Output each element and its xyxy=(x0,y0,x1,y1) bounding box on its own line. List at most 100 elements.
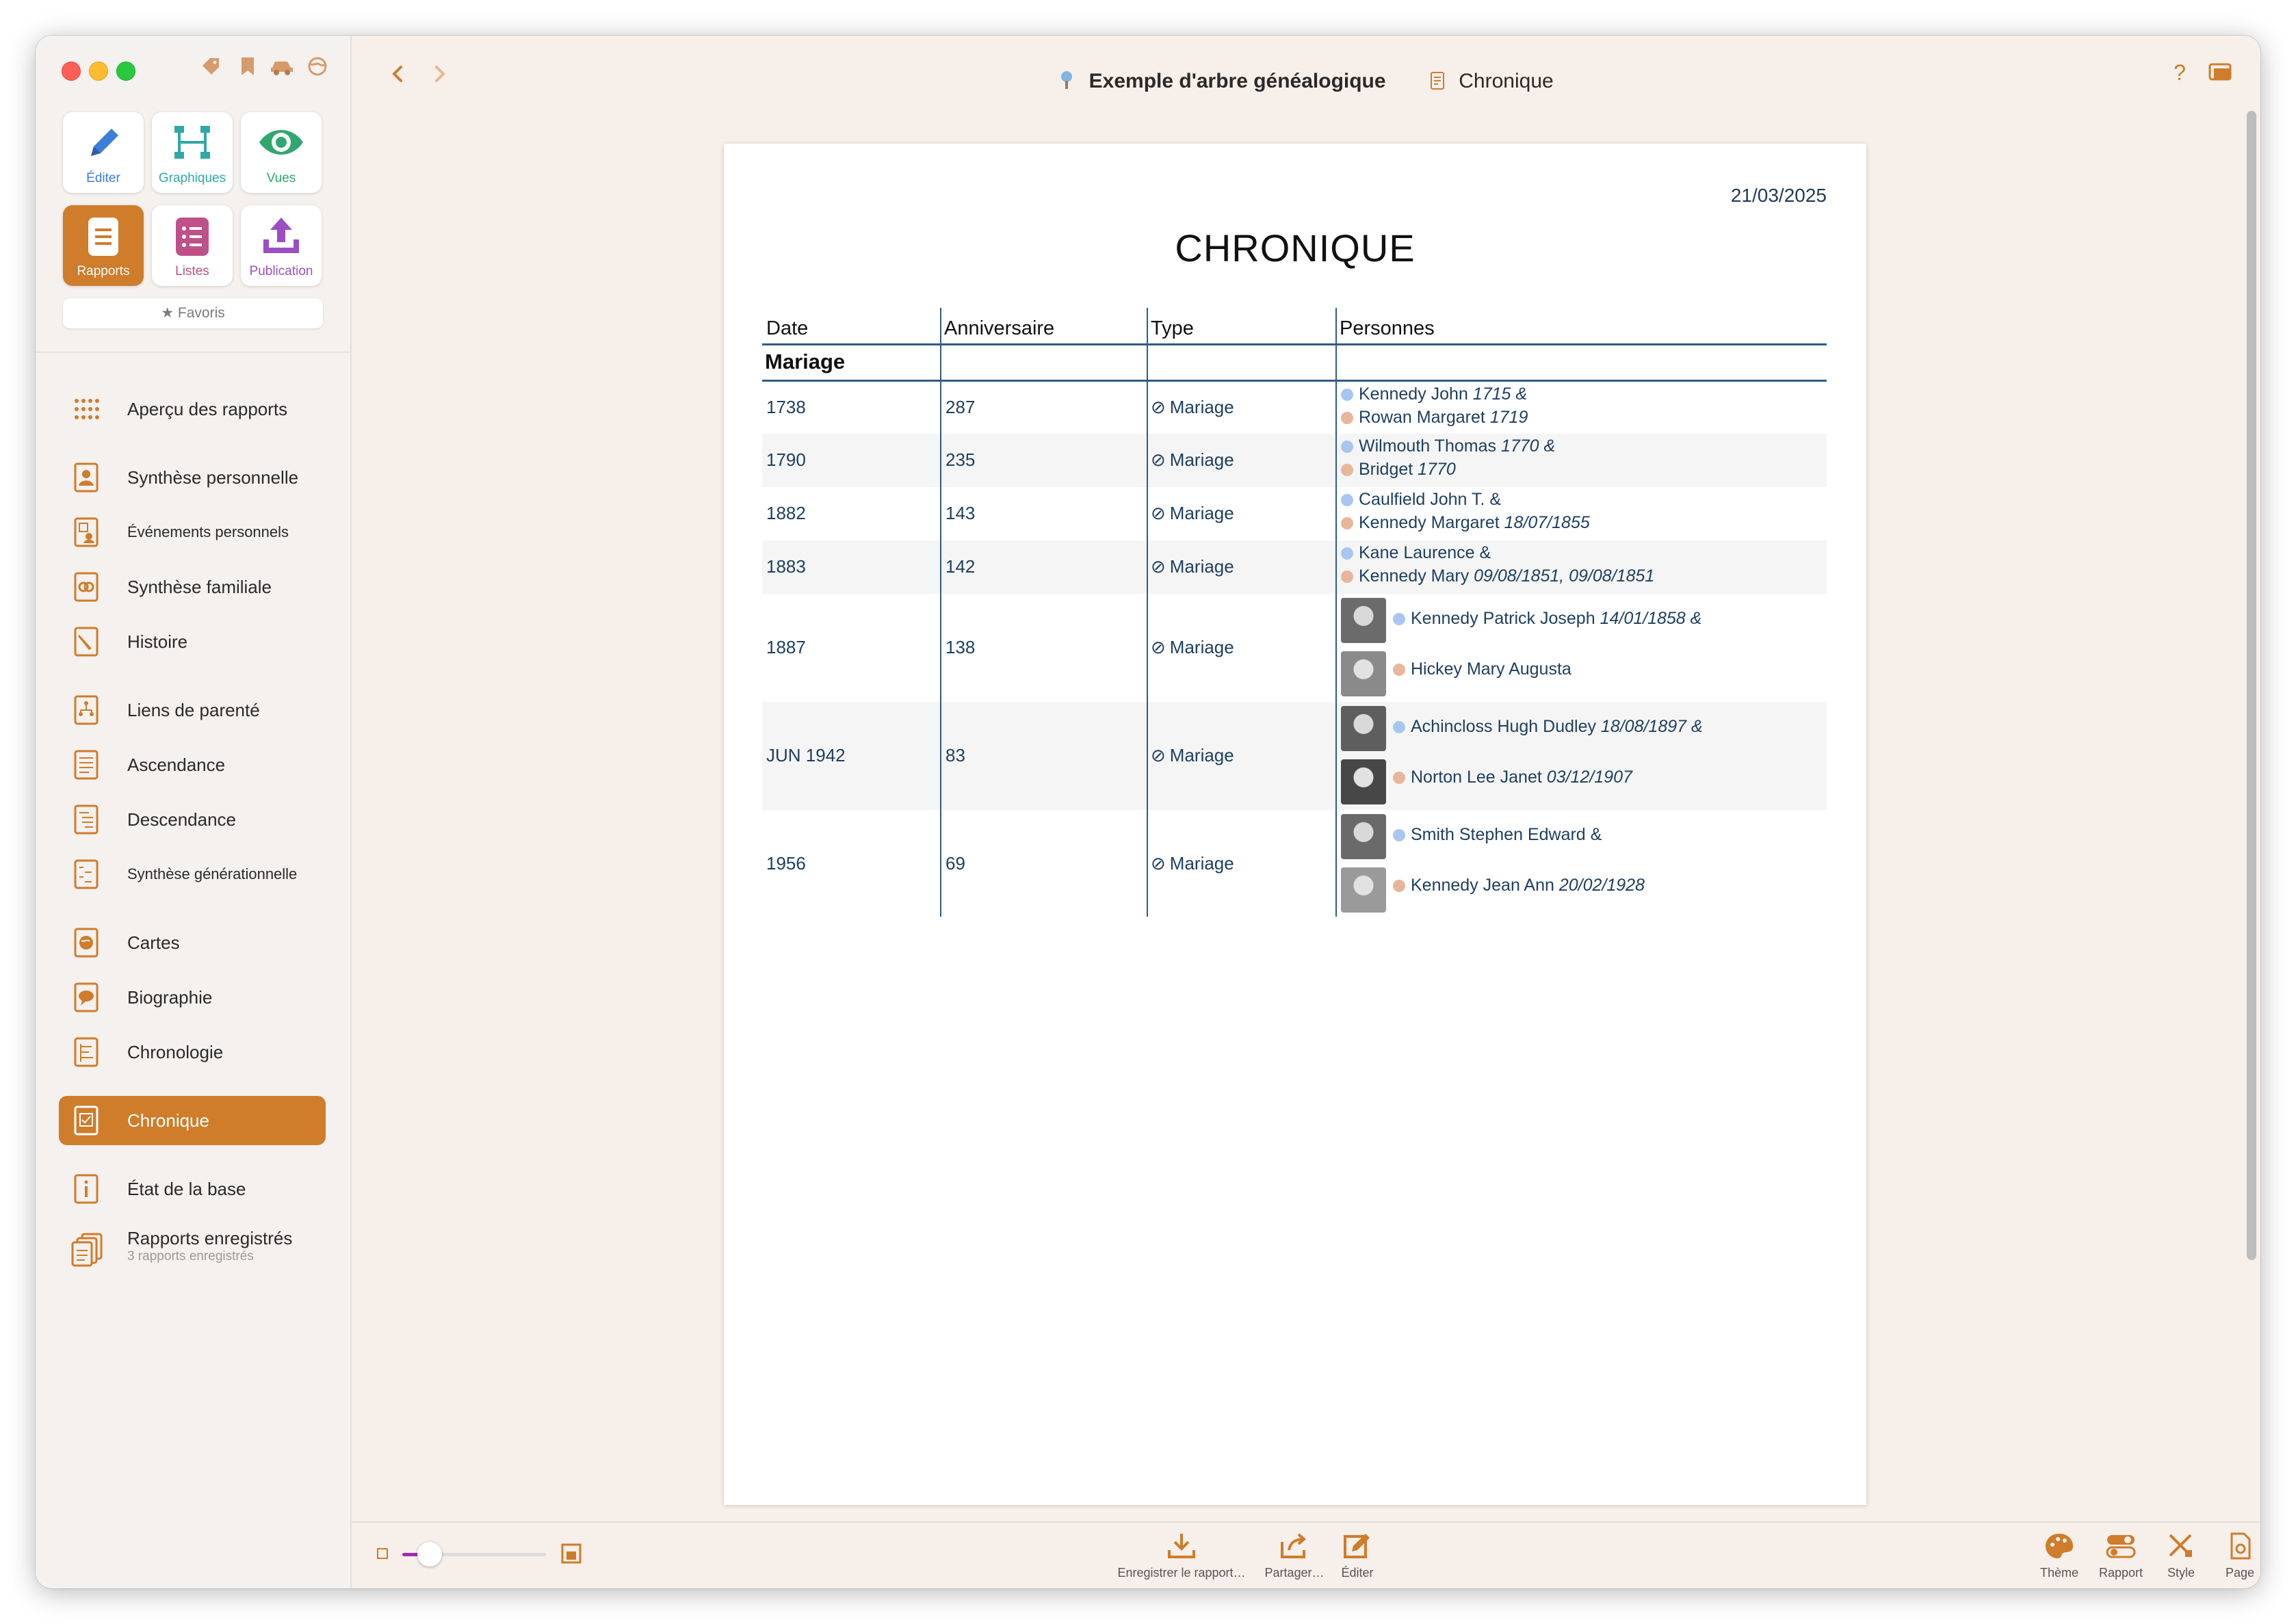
table-row[interactable]: 1883 142 ⊘ Mariage Kane Laurence & Kennedy Ma… xyxy=(762,540,1827,594)
sidebar-item-apercu[interactable]: Aperçu des rapports xyxy=(59,384,326,434)
edit-icon xyxy=(1344,1534,1370,1558)
close-window-button[interactable] xyxy=(62,62,81,81)
cell-anniversaire: 143 xyxy=(945,503,976,523)
table-row[interactable]: 1790 235 ⊘ Mariage Wilmouth Thomas 1770 & Bri… xyxy=(762,434,1827,487)
edit-report-button[interactable]: Éditer xyxy=(1330,1532,1385,1580)
share-icon xyxy=(1281,1533,1307,1558)
sidebar-item-liens-de-parente[interactable]: Liens de parenté xyxy=(59,685,326,735)
car-icon[interactable] xyxy=(268,56,296,83)
page-settings-button[interactable]: Page xyxy=(2213,1532,2260,1580)
person-2[interactable]: Bridget 1770 xyxy=(1341,460,1456,480)
male-dot-icon xyxy=(1341,547,1353,560)
tile-label: Vues xyxy=(266,171,296,185)
female-dot-icon xyxy=(1341,517,1353,529)
rings-icon: ⊘ xyxy=(1151,637,1166,657)
person-1[interactable]: Smith Stephen Edward & xyxy=(1393,825,1602,845)
report-icon xyxy=(63,215,144,259)
sidebar-item-ascendance[interactable]: Ascendance xyxy=(59,740,326,789)
share-label: Partager… xyxy=(1264,1566,1325,1580)
sidebar-item-etat-de-la-base[interactable]: État de la base xyxy=(59,1164,326,1214)
person-name: Achincloss Hugh Dudley xyxy=(1411,717,1601,736)
minimize-window-button[interactable] xyxy=(89,62,108,81)
publication-tile[interactable]: Publication xyxy=(241,205,322,286)
speech-bubble-icon xyxy=(71,982,101,1012)
sidebar-item-rapports-enregistres[interactable]: Rapports enregistrés 3 rapports enregist… xyxy=(59,1219,326,1278)
cell-date: 1883 xyxy=(766,556,806,577)
sidebar-item-chronique[interactable]: Chronique xyxy=(59,1096,326,1145)
sidebar-item-chronologie[interactable]: Chronologie xyxy=(59,1027,326,1077)
favorites-button[interactable]: ★ Favoris xyxy=(63,298,323,328)
person-2[interactable]: Hickey Mary Augusta xyxy=(1393,659,1571,679)
person-name: Kennedy Jean Ann xyxy=(1411,876,1559,895)
vertical-scrollbar[interactable] xyxy=(2247,111,2256,1260)
portrait-photo[interactable] xyxy=(1341,759,1386,804)
person-2[interactable]: Rowan Margaret 1719 xyxy=(1341,408,1528,428)
globe-icon[interactable] xyxy=(304,56,331,83)
portrait-photo[interactable] xyxy=(1341,706,1386,751)
person-name: Kane Laurence & xyxy=(1359,543,1491,562)
person-1[interactable]: Wilmouth Thomas 1770 & xyxy=(1341,436,1555,456)
cell-type-label: Mariage xyxy=(1169,449,1234,470)
zoom-slider[interactable] xyxy=(402,1542,546,1567)
table-row[interactable]: 1882 143 ⊘ Mariage Caulfield John T. & Kenned… xyxy=(762,487,1827,540)
save-report-button[interactable]: Enregistrer le rapport… xyxy=(1110,1532,1253,1580)
person-2[interactable]: Kennedy Mary 09/08/1851, 09/08/1851 xyxy=(1341,566,1654,586)
reports-tile[interactable]: Rapports xyxy=(63,205,144,286)
sidebar-item-label: Synthèse générationnelle xyxy=(127,865,298,882)
zoom-large-icon xyxy=(561,1543,582,1567)
brush-icon xyxy=(2169,1534,2192,1557)
theme-button[interactable]: Thème xyxy=(2032,1532,2087,1580)
table-row[interactable]: 1956 69 ⊘ Mariage Smith Stephen Edward & Kenn… xyxy=(762,810,1827,918)
edit-tile[interactable]: Éditer xyxy=(63,112,144,193)
table-row[interactable]: 1738 287 ⊘ Mariage Kennedy John 1715 & Rowan … xyxy=(762,382,1827,434)
sidebar-item-biographie[interactable]: Biographie xyxy=(59,973,326,1022)
sidebar-item-label: Aperçu des rapports xyxy=(127,399,288,419)
portrait-photo[interactable] xyxy=(1341,651,1386,696)
views-tile[interactable]: Vues xyxy=(241,112,322,193)
share-button[interactable]: Partager… xyxy=(1260,1532,1329,1580)
female-dot-icon xyxy=(1341,571,1353,583)
person-2[interactable]: Kennedy Margaret 18/07/1855 xyxy=(1341,513,1590,533)
person-name: Wilmouth Thomas xyxy=(1359,436,1501,456)
cell-type-label: Mariage xyxy=(1169,503,1234,523)
sidebar-item-synthese-personnelle[interactable]: Synthèse personnelle xyxy=(59,453,326,502)
toggles-icon xyxy=(2106,1535,2136,1558)
portrait-photo[interactable] xyxy=(1341,867,1386,913)
sidebar-item-evenements-personnels[interactable]: Événements personnels xyxy=(59,508,326,557)
male-dot-icon xyxy=(1393,721,1405,733)
bookmark-icon[interactable] xyxy=(234,56,261,83)
person-1[interactable]: Kennedy Patrick Joseph 14/01/1858 & xyxy=(1393,609,1701,629)
sidebar-item-synthese-generationnelle[interactable]: Synthèse générationnelle xyxy=(59,850,326,899)
zoom-slider-knob[interactable] xyxy=(417,1542,442,1567)
timeline-icon xyxy=(71,1037,101,1067)
tile-label: Rapports xyxy=(77,264,130,278)
app-window: Éditer Graphiques Vues Rapports Listes P… xyxy=(36,36,2260,1588)
table-row[interactable]: 1887 138 ⊘ Mariage Kennedy Patrick Joseph 14… xyxy=(762,594,1827,702)
header-personnes: Personnes xyxy=(1340,317,1435,339)
sidebar-toggle-button[interactable] xyxy=(2208,62,2233,83)
sidebar-item-descendance[interactable]: Descendance xyxy=(59,795,326,844)
person-2[interactable]: Kennedy Jean Ann 20/02/1928 xyxy=(1393,876,1645,895)
person-1[interactable]: Achincloss Hugh Dudley 18/08/1897 & xyxy=(1393,717,1703,737)
help-button[interactable]: ? xyxy=(2166,59,2193,86)
lists-tile[interactable]: Listes xyxy=(152,205,233,286)
zoom-window-button[interactable] xyxy=(116,62,135,81)
person-1[interactable]: Kane Laurence & xyxy=(1341,543,1491,563)
cell-date: JUN 1942 xyxy=(766,745,846,765)
person-2[interactable]: Norton Lee Janet 03/12/1907 xyxy=(1393,768,1632,787)
style-button[interactable]: Style xyxy=(2154,1532,2208,1580)
sidebar: Éditer Graphiques Vues Rapports Listes P… xyxy=(36,36,352,1588)
person-1[interactable]: Caulfield John T. & xyxy=(1341,490,1501,510)
sidebar-item-histoire[interactable]: Histoire xyxy=(59,617,326,666)
charts-tile[interactable]: Graphiques xyxy=(152,112,233,193)
rapport-settings-button[interactable]: Rapport xyxy=(2093,1532,2148,1580)
table-row[interactable]: JUN 1942 83 ⊘ Mariage Achincloss Hugh Dudley… xyxy=(762,702,1827,810)
person-1[interactable]: Kennedy John 1715 & xyxy=(1341,384,1527,404)
person-name: Rowan Margaret xyxy=(1359,408,1490,427)
portrait-photo[interactable] xyxy=(1341,814,1386,859)
tag-icon[interactable] xyxy=(197,56,224,83)
sidebar-item-synthese-familiale[interactable]: Synthèse familiale xyxy=(59,562,326,612)
sidebar-item-cartes[interactable]: Cartes xyxy=(59,918,326,967)
portrait-photo[interactable] xyxy=(1341,598,1386,643)
list-icon xyxy=(152,215,233,259)
